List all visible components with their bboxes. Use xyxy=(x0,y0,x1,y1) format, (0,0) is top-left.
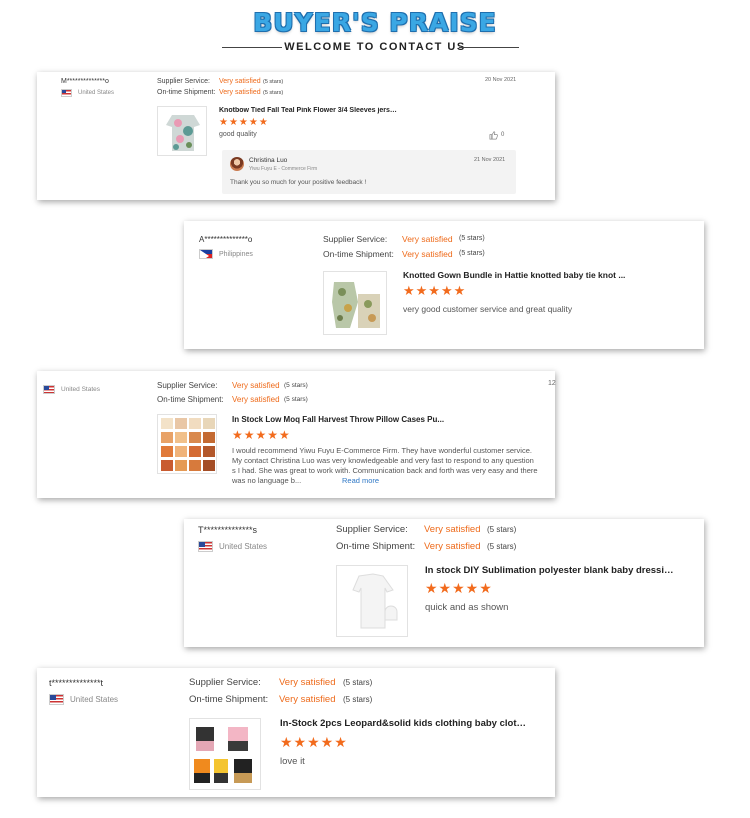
supplier-service-stars: (5 stars) xyxy=(487,525,517,534)
shipment-rating: Very satisfied xyxy=(219,89,261,96)
shipment-label: On-time Shipment: xyxy=(336,541,416,552)
reviewer-country: Philippines xyxy=(199,249,253,259)
shipment-label: On-time Shipment: xyxy=(323,249,394,259)
page-title: BUYER'S PRAISE xyxy=(253,8,497,37)
review-card: T**************s United States Supplier … xyxy=(184,519,704,647)
shipment-stars: (5 stars) xyxy=(459,250,485,257)
country-label: Philippines xyxy=(219,250,253,258)
supplier-service-label: Supplier Service: xyxy=(189,677,261,688)
reviewer-country: United States xyxy=(49,694,118,705)
review-comment: good quality xyxy=(219,131,257,138)
product-title[interactable]: In Stock Low Moq Fall Harvest Throw Pill… xyxy=(232,415,462,424)
us-flag-icon xyxy=(198,541,213,552)
us-flag-icon xyxy=(61,89,72,97)
supplier-service-rating: Very satisfied xyxy=(424,524,481,535)
shipment-stars: (5 stars) xyxy=(284,396,308,403)
reply-author: Christina Luo xyxy=(249,157,288,164)
review-card: United States Supplier Service: Very sat… xyxy=(37,371,556,498)
supplier-service-stars: (5 stars) xyxy=(343,678,373,687)
country-label: United States xyxy=(61,386,101,393)
supplier-service-stars: (5 stars) xyxy=(284,382,308,389)
product-title[interactable]: In stock DIY Sublimation polyester blank… xyxy=(425,565,675,576)
reviewer-name: T**************s xyxy=(198,525,258,535)
reviewer-country: United States xyxy=(61,89,114,97)
supplier-service-rating: Very satisfied xyxy=(232,381,280,390)
like-count: 0 xyxy=(501,132,505,138)
page-subtitle: WELCOME TO CONTACT US xyxy=(284,41,466,53)
supplier-service-rating: Very satisfied xyxy=(219,78,261,85)
shipment-rating: Very satisfied xyxy=(402,249,453,259)
product-thumbnail[interactable] xyxy=(157,106,207,156)
reviewer-country: United States xyxy=(198,541,267,552)
us-flag-icon xyxy=(43,385,55,394)
us-flag-icon xyxy=(49,694,64,705)
review-comment-line: was no language b... xyxy=(232,476,302,485)
reply-date: 21 Nov 2021 xyxy=(474,157,506,163)
supplier-service-stars: (5 stars) xyxy=(263,79,284,85)
product-thumbnail[interactable] xyxy=(336,565,408,637)
shipment-rating: Very satisfied xyxy=(232,395,280,404)
review-card: A**************o Philippines Supplier Se… xyxy=(184,221,704,349)
country-label: United States xyxy=(70,695,119,704)
product-image-icon xyxy=(332,282,380,328)
review-stars: ★★★★★ xyxy=(425,580,493,596)
country-label: United States xyxy=(78,90,115,96)
review-comment-line: s I had. She was great to work with. Com… xyxy=(232,466,538,475)
product-image-icon xyxy=(352,573,398,629)
shipment-rating: Very satisfied xyxy=(279,694,336,705)
review-card: t**************t United States Supplier … xyxy=(37,668,555,797)
supplier-service-rating: Very satisfied xyxy=(402,234,453,244)
shipment-label: On-time Shipment: xyxy=(189,694,269,705)
shipment-label: On-time Shipment: xyxy=(157,89,216,96)
country-label: United States xyxy=(219,542,268,551)
review-comment-line: I would recommend Yiwu Fuyu E-Commerce F… xyxy=(232,446,532,455)
review-stars: ★★★★★ xyxy=(219,117,269,128)
reviewer-name: A**************o xyxy=(199,235,253,244)
product-image-icon xyxy=(194,727,252,783)
supplier-service-label: Supplier Service: xyxy=(157,381,218,390)
reply-text: Thank you so much for your positive feed… xyxy=(230,179,367,186)
avatar xyxy=(230,157,244,171)
product-title[interactable]: In-Stock 2pcs Leopard&solid kids clothin… xyxy=(280,718,530,729)
reviewer-name: M**************o xyxy=(61,78,109,85)
review-date: 20 Nov 2021 xyxy=(485,77,517,83)
product-thumbnail[interactable] xyxy=(157,414,217,474)
supplier-service-label: Supplier Service: xyxy=(157,78,210,85)
product-image-icon xyxy=(161,418,215,471)
reviewer-name: t**************t xyxy=(49,678,104,688)
supplier-service-label: Supplier Service: xyxy=(336,524,408,535)
review-comment: love it xyxy=(280,756,305,767)
shipment-stars: (5 stars) xyxy=(487,542,517,551)
reply-company: Yiwu Fuyu E - Commerce Firm xyxy=(249,166,318,172)
review-comment: quick and as shown xyxy=(425,602,509,613)
review-date: 12 xyxy=(548,380,556,387)
seller-reply: Christina Luo Yiwu Fuyu E - Commerce Fir… xyxy=(222,150,516,194)
read-more-link[interactable]: Read more xyxy=(342,476,379,485)
shipment-stars: (5 stars) xyxy=(343,695,373,704)
product-thumbnail[interactable] xyxy=(323,271,387,335)
supplier-service-label: Supplier Service: xyxy=(323,234,388,244)
thumbs-up-icon[interactable] xyxy=(489,131,498,140)
review-stars: ★★★★★ xyxy=(403,283,467,298)
shipment-rating: Very satisfied xyxy=(424,541,481,552)
shipment-stars: (5 stars) xyxy=(263,90,284,96)
review-stars: ★★★★★ xyxy=(232,428,291,442)
review-stars: ★★★★★ xyxy=(280,734,348,750)
product-image-icon xyxy=(166,115,200,151)
product-title[interactable]: Knotted Gown Bundle in Hattie knotted ba… xyxy=(403,270,643,280)
product-thumbnail[interactable] xyxy=(189,718,261,790)
review-card: M**************o United States Supplier … xyxy=(37,72,555,200)
philippines-flag-icon xyxy=(199,249,213,259)
product-title[interactable]: Knotbow Tied Fall Teal Pink Flower 3/4 S… xyxy=(219,107,399,114)
supplier-service-rating: Very satisfied xyxy=(279,677,336,688)
divider-right xyxy=(459,47,519,48)
reviewer-country: United States xyxy=(43,385,100,394)
review-comment-line: My contact Christina Luo was very knowle… xyxy=(232,456,534,465)
supplier-service-stars: (5 stars) xyxy=(459,235,485,242)
review-comment: very good customer service and great qua… xyxy=(403,304,573,314)
shipment-label: On-time Shipment: xyxy=(157,395,224,404)
